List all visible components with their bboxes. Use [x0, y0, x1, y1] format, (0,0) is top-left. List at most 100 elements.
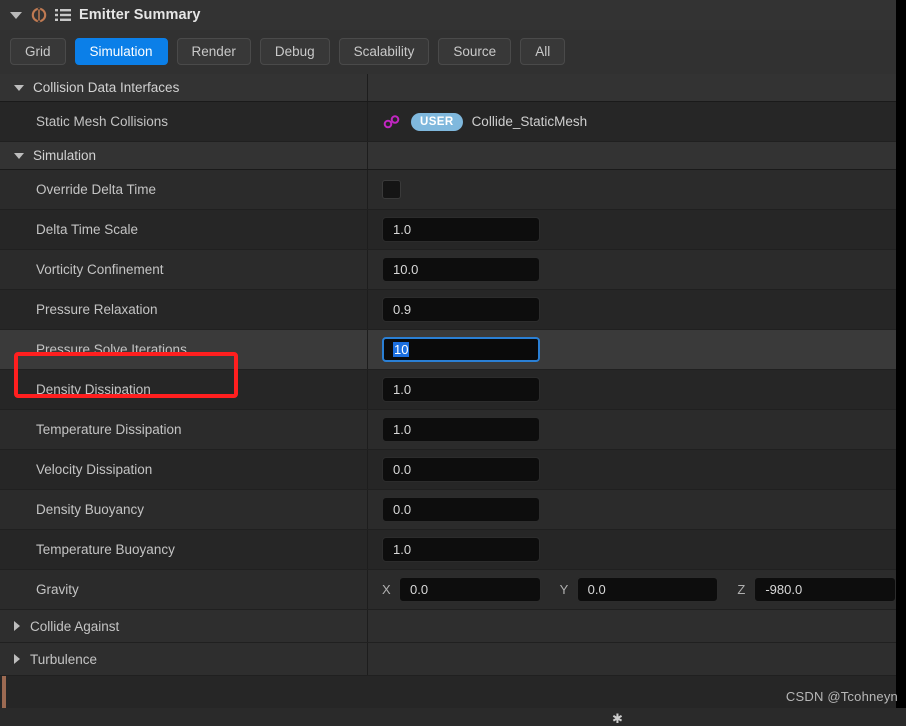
property-name-cell: Temperature Buoyancy	[0, 530, 368, 569]
property-label: Velocity Dissipation	[36, 462, 153, 477]
property-value-cell: 1.0	[368, 410, 896, 449]
property-row-pressure-solve-iterations[interactable]: Pressure Solve Iterations 10	[0, 330, 896, 370]
section-label: Collision Data Interfaces	[33, 80, 180, 95]
property-row-density-dissipation[interactable]: Density Dissipation 1.0	[0, 370, 896, 410]
property-row-temperature-buoyancy[interactable]: Temperature Buoyancy 1.0	[0, 530, 896, 570]
panel-titlebar: Emitter Summary	[0, 0, 896, 30]
property-label: Density Buoyancy	[36, 502, 145, 517]
override-delta-time-checkbox[interactable]	[382, 180, 401, 199]
property-value-cell: X 0.0 Y 0.0 Z -980.0	[368, 570, 896, 609]
gravity-x-input[interactable]: 0.0	[399, 577, 541, 602]
delta-time-scale-input[interactable]: 1.0	[382, 217, 540, 242]
property-name-cell: Temperature Dissipation	[0, 410, 368, 449]
section-label: Collide Against	[30, 618, 120, 634]
property-name-cell: Pressure Solve Iterations	[0, 330, 368, 369]
property-label: Gravity	[36, 582, 79, 597]
cursor-glyph: ✱	[612, 711, 623, 726]
section-header-simulation[interactable]: Simulation	[0, 142, 896, 170]
axis-label-x: X	[382, 582, 391, 597]
property-name-cell: Gravity	[0, 570, 368, 609]
property-value-cell: 10	[368, 330, 896, 369]
asset-name-label[interactable]: Collide_StaticMesh	[472, 114, 588, 129]
property-value-cell: 1.0	[368, 210, 896, 249]
category-tab-bar: Grid Simulation Render Debug Scalability…	[0, 30, 896, 74]
bottom-bar	[0, 708, 906, 726]
tab-all[interactable]: All	[520, 38, 566, 65]
section-header-turbulence[interactable]: Turbulence	[0, 643, 896, 676]
link-icon	[382, 114, 402, 130]
temperature-dissipation-input[interactable]: 1.0	[382, 417, 540, 442]
section-header-collision-data-interfaces[interactable]: Collision Data Interfaces	[0, 74, 896, 102]
property-row-density-buoyancy[interactable]: Density Buoyancy 0.0	[0, 490, 896, 530]
property-label: Pressure Solve Iterations	[36, 342, 187, 357]
density-buoyancy-input[interactable]: 0.0	[382, 497, 540, 522]
watermark: CSDN @Tcohneyn	[785, 689, 898, 704]
emitter-icon	[31, 7, 47, 23]
section-header-collide-against[interactable]: Collide Against	[0, 610, 896, 643]
temperature-buoyancy-input[interactable]: 1.0	[382, 537, 540, 562]
velocity-dissipation-input[interactable]: 0.0	[382, 457, 540, 482]
section-name-cell: Turbulence	[0, 643, 368, 675]
property-row-vorticity-confinement[interactable]: Vorticity Confinement 10.0	[0, 250, 896, 290]
property-value-cell: 1.0	[368, 530, 896, 569]
property-list: Collision Data Interfaces Static Mesh Co…	[0, 74, 896, 708]
section-value-cell	[368, 610, 896, 642]
section-name-cell: Simulation	[0, 142, 368, 169]
tab-grid[interactable]: Grid	[10, 38, 66, 65]
emitter-summary-panel: Emitter Summary Grid Simulation Render D…	[0, 0, 906, 726]
property-name-cell: Density Dissipation	[0, 370, 368, 409]
list-icon	[55, 8, 71, 22]
property-value-cell	[368, 170, 896, 209]
triangle-down-icon[interactable]	[14, 84, 24, 91]
property-label: Temperature Buoyancy	[36, 542, 175, 557]
property-name-cell: Static Mesh Collisions	[0, 102, 368, 141]
property-label: Temperature Dissipation	[36, 422, 182, 437]
section-name-cell: Collision Data Interfaces	[0, 74, 368, 101]
pressure-relaxation-input[interactable]: 0.9	[382, 297, 540, 322]
section-name-cell: Collide Against	[0, 610, 368, 642]
vorticity-confinement-input[interactable]: 10.0	[382, 257, 540, 282]
panel-right-gutter	[896, 0, 906, 708]
axis-label-y: Y	[559, 582, 569, 597]
axis-label-z: Z	[737, 582, 746, 597]
property-name-cell: Density Buoyancy	[0, 490, 368, 529]
triangle-down-icon[interactable]	[14, 152, 24, 159]
panel-title: Emitter Summary	[79, 7, 201, 23]
triangle-right-icon[interactable]	[14, 621, 20, 631]
section-value-cell	[368, 74, 896, 101]
property-row-static-mesh-collisions[interactable]: Static Mesh Collisions USER Collide_Stat…	[0, 102, 896, 142]
property-name-cell: Vorticity Confinement	[0, 250, 368, 289]
property-label: Density Dissipation	[36, 382, 151, 397]
property-row-temperature-dissipation[interactable]: Temperature Dissipation 1.0	[0, 410, 896, 450]
property-value-cell: 0.9	[368, 290, 896, 329]
property-label: Pressure Relaxation	[36, 302, 158, 317]
gravity-z-input[interactable]: -980.0	[754, 577, 896, 602]
property-label: Static Mesh Collisions	[36, 114, 169, 129]
user-badge: USER	[411, 112, 463, 131]
property-row-gravity[interactable]: Gravity X 0.0 Y 0.0 Z -980.0	[0, 570, 896, 610]
property-name-cell: Delta Time Scale	[0, 210, 368, 249]
property-value-cell: 0.0	[368, 450, 896, 489]
section-value-cell	[368, 643, 896, 675]
triangle-right-icon[interactable]	[14, 654, 20, 664]
tab-source[interactable]: Source	[438, 38, 512, 65]
property-label: Delta Time Scale	[36, 222, 139, 237]
property-value-cell: 1.0	[368, 370, 896, 409]
property-row-pressure-relaxation[interactable]: Pressure Relaxation 0.9	[0, 290, 896, 330]
section-value-cell	[368, 142, 896, 169]
tab-debug[interactable]: Debug	[259, 38, 330, 65]
density-dissipation-input[interactable]: 1.0	[382, 377, 540, 402]
property-row-velocity-dissipation[interactable]: Velocity Dissipation 0.0	[0, 450, 896, 490]
tab-render[interactable]: Render	[176, 38, 251, 65]
property-name-cell: Pressure Relaxation	[0, 290, 368, 329]
property-row-override-delta-time[interactable]: Override Delta Time	[0, 170, 896, 210]
section-label: Simulation	[33, 148, 97, 163]
tab-simulation[interactable]: Simulation	[74, 38, 168, 65]
property-row-delta-time-scale[interactable]: Delta Time Scale 1.0	[0, 210, 896, 250]
triangle-down-icon[interactable]	[10, 11, 22, 19]
tab-scalability[interactable]: Scalability	[338, 38, 430, 65]
selected-text: 10	[393, 342, 410, 357]
pressure-solve-iterations-input[interactable]: 10	[382, 337, 540, 362]
gravity-y-input[interactable]: 0.0	[576, 577, 719, 602]
property-label: Vorticity Confinement	[36, 262, 164, 277]
